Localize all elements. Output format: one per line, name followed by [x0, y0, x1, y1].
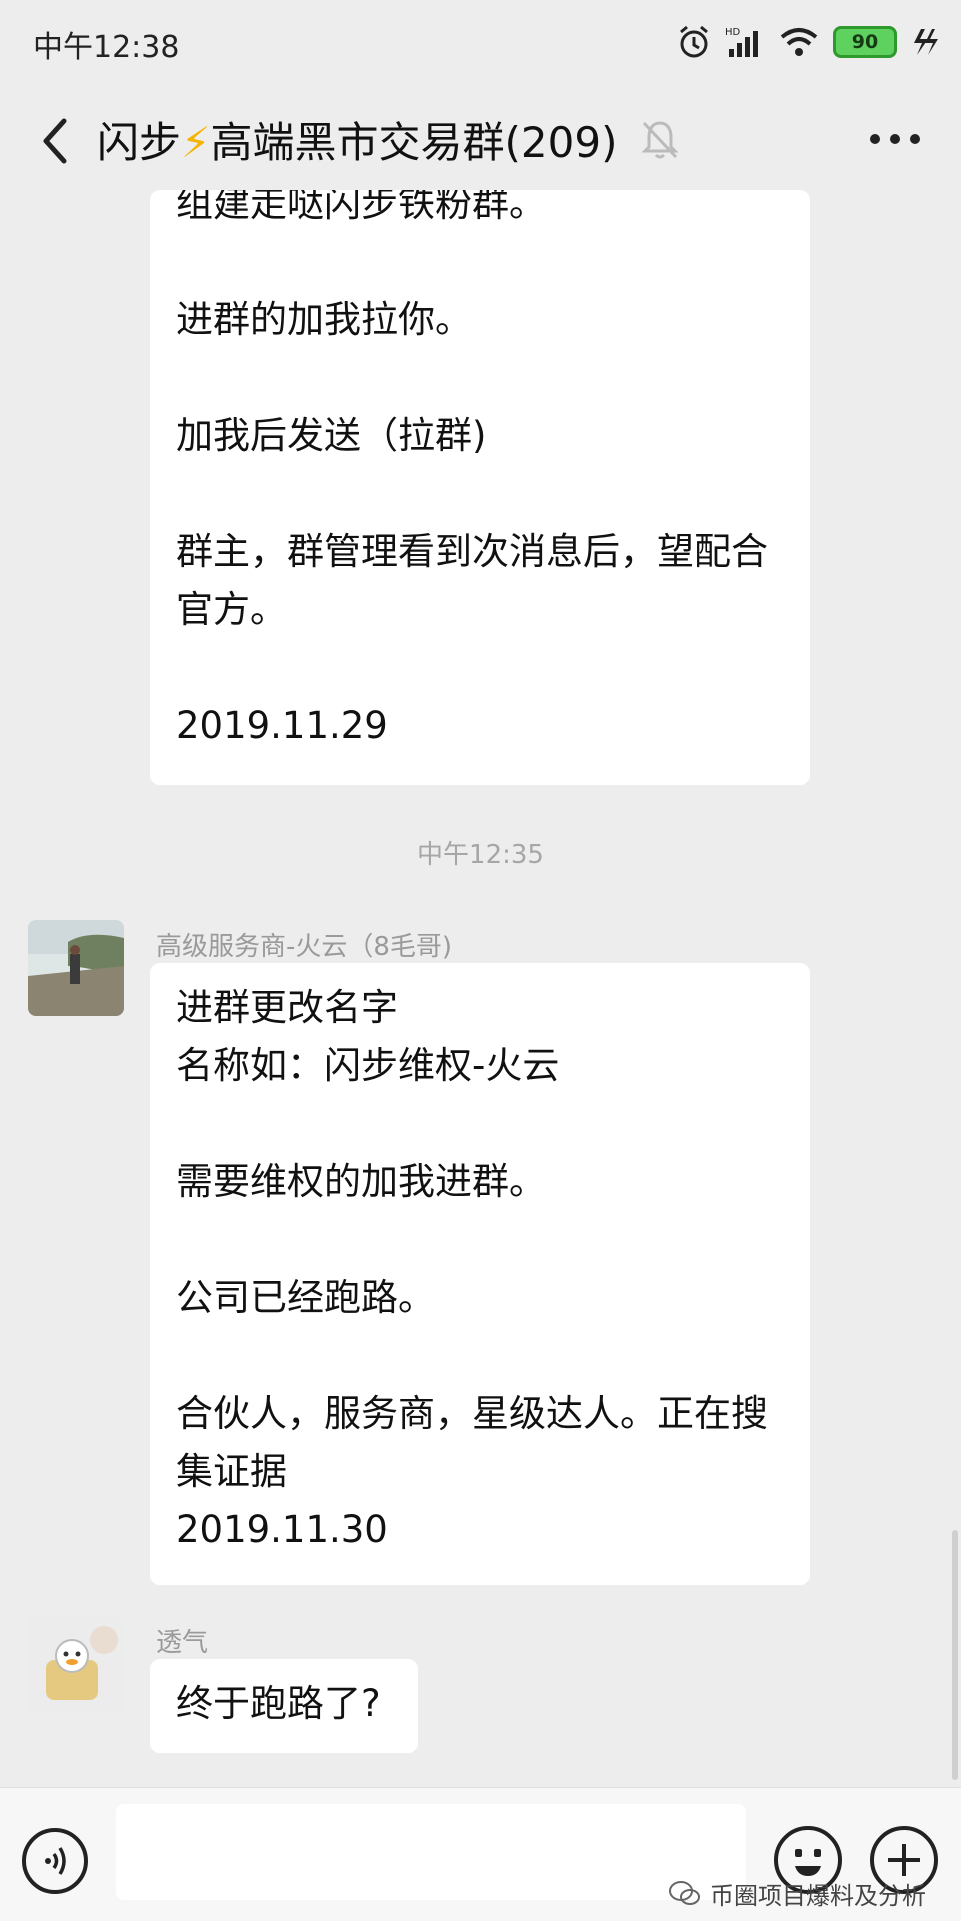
message-line: 2019.11.30 [176, 1508, 388, 1551]
wifi-icon [780, 28, 818, 56]
message-line [176, 1327, 782, 1385]
svg-text:HD: HD [725, 27, 741, 38]
voice-icon [45, 1847, 66, 1875]
message-line: 进群的加我拉你。 [176, 298, 472, 341]
message-line [176, 639, 782, 697]
message-line [176, 465, 782, 523]
charging-icon [914, 29, 938, 55]
more-options-icon[interactable] [865, 119, 925, 159]
status-time: 中午12:38 [33, 30, 180, 65]
sender-name: 高级服务商-火云（8毛哥) [156, 932, 453, 962]
message-line: 2019.11.29 [176, 704, 388, 747]
wechat-icon [669, 1880, 700, 1905]
chat-title-rest: 高端黑市交易群(209) [210, 118, 618, 167]
status-bar: 中午12:38 HD 90 [0, 0, 961, 84]
signal-icon: HD [725, 27, 758, 57]
chat-title: 闪步⚡高端黑市交易群(209) [97, 109, 617, 170]
back-arrow-icon[interactable] [30, 113, 86, 169]
message-input[interactable] [116, 1804, 746, 1900]
scrollbar[interactable] [952, 1530, 958, 1780]
chat-timestamp: 中午12:35 [417, 840, 544, 870]
watermark: 币圈项目爆料及分析 [668, 1876, 926, 1911]
mute-bell-icon [641, 121, 679, 159]
message-line: 组建走哒闪步铁粉群。 [176, 190, 546, 225]
message-line [176, 233, 782, 291]
message-line [176, 1095, 782, 1153]
message-bubble: 进群更改名字 名称如：闪步维权-火云 需要维权的加我进群。 公司已经跑路。 合伙… [150, 963, 810, 1585]
message-line: 集证据 [176, 1450, 287, 1493]
message-bubble: 终于跑路了? [150, 1659, 418, 1753]
status-icons: HD 90 [677, 22, 939, 62]
message-line: 加我后发送（拉群) [176, 414, 487, 457]
message-line [176, 1211, 782, 1269]
message-line: 官方。 [176, 588, 287, 631]
message-line: 公司已经跑路。 [176, 1276, 435, 1319]
message-line: 进群更改名字 [176, 986, 398, 1029]
chat-title-prefix: 闪步 [97, 118, 182, 167]
message-line: 需要维权的加我进群。 [176, 1160, 546, 1203]
message-line [176, 349, 782, 407]
chat-header: 闪步⚡高端黑市交易群(209) [0, 95, 961, 185]
message-line: 群主，群管理看到次消息后，望配合 [176, 530, 768, 573]
message-line: 终于跑路了? [176, 1682, 381, 1725]
message-bubble: 组建走哒闪步铁粉群。 进群的加我拉你。 加我后发送（拉群) 群主，群管理看到次消… [150, 190, 810, 785]
message-line: 合伙人，服务商，星级达人。正在搜 [176, 1392, 768, 1435]
watermark-text: 币圈项目爆料及分析 [710, 1882, 926, 1910]
avatar[interactable] [28, 1616, 124, 1712]
message-line: 名称如：闪步维权-火云 [176, 1044, 560, 1087]
avatar[interactable] [28, 920, 124, 1016]
battery-icon: 90 [833, 26, 897, 58]
voice-input-button[interactable] [22, 1828, 88, 1894]
sender-name: 透气 [156, 1628, 209, 1658]
alarm-icon [680, 25, 708, 58]
lightning-emoji: ⚡ [181, 118, 211, 167]
